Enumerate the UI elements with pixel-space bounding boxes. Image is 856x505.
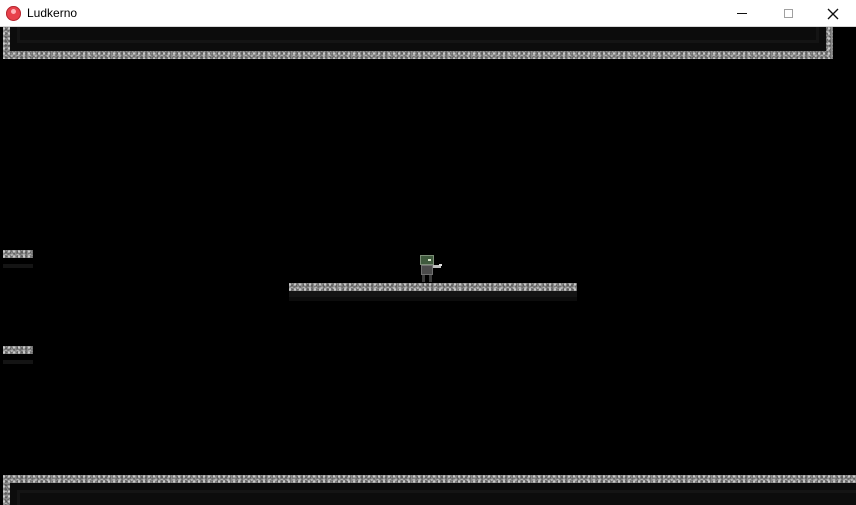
- player-eye: [428, 259, 431, 261]
- window-title: Ludkerno: [27, 6, 78, 20]
- app-icon: [6, 6, 21, 21]
- player-gun-tip: [439, 264, 442, 266]
- player-body: [421, 265, 433, 275]
- player-leg-left: [422, 275, 425, 282]
- close-icon: [827, 8, 839, 19]
- maximize-icon: [783, 9, 793, 18]
- close-button[interactable]: [810, 0, 856, 27]
- minimize-icon: [737, 13, 747, 14]
- player-leg-right: [429, 275, 432, 282]
- player-head: [420, 255, 434, 265]
- window-titlebar[interactable]: Ludkerno: [0, 0, 856, 27]
- minimize-button[interactable]: [719, 0, 765, 27]
- player-character: [417, 255, 443, 283]
- maximize-button[interactable]: [765, 0, 811, 27]
